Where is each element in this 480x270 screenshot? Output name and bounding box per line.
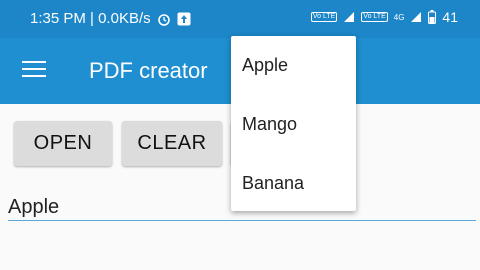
signal-icon-2 <box>410 11 422 23</box>
status-bar: 1:35 PM | 0.0KB/s Vo LTE Vo LTE 4G 41 <box>0 0 480 38</box>
volte-icon: Vo LTE <box>310 12 338 22</box>
menu-icon[interactable] <box>22 61 46 81</box>
open-button[interactable]: OPEN <box>14 121 112 166</box>
clear-button[interactable]: CLEAR <box>122 121 222 166</box>
battery-percent: 41 <box>442 9 458 25</box>
field-underline <box>8 220 476 221</box>
signal-icon <box>343 11 355 23</box>
network-type-label: 4G <box>393 12 405 22</box>
app-title: PDF creator <box>89 58 208 83</box>
alarm-icon <box>157 12 171 26</box>
dropdown-item-apple[interactable]: Apple <box>242 55 288 76</box>
dropdown-item-mango[interactable]: Mango <box>242 114 297 135</box>
dropdown-item-banana[interactable]: Banana <box>242 173 304 194</box>
upload-notification-icon <box>177 12 191 26</box>
volte-icon-2: Vo LTE <box>361 12 388 22</box>
status-time-speed: 1:35 PM | 0.0KB/s <box>30 10 151 27</box>
battery-icon <box>428 10 437 24</box>
fruit-dropdown-menu: Apple Mango Banana <box>231 36 356 211</box>
